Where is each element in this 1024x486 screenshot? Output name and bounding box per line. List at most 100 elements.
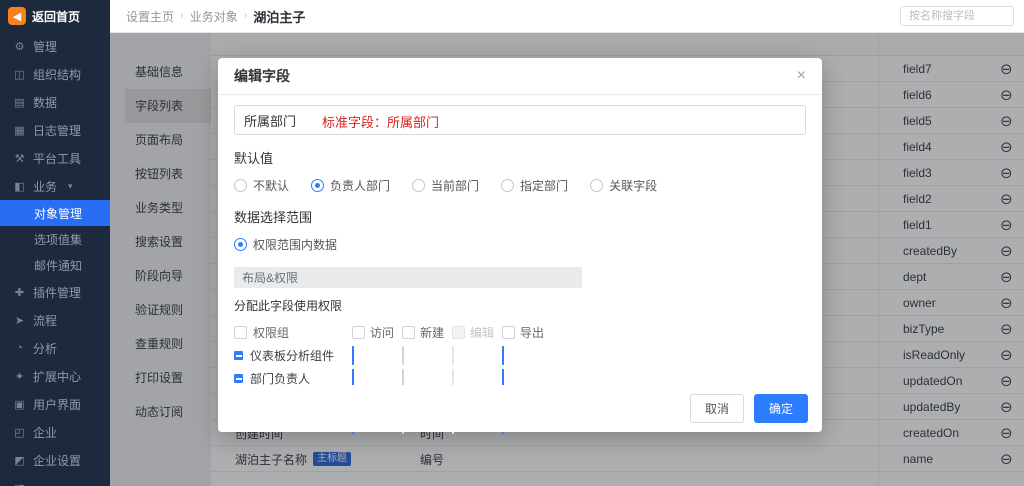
permission-cell (502, 347, 552, 365)
modal-header: 编辑字段 × (218, 58, 822, 95)
permission-row-label: 仪表板分析组件 (234, 347, 352, 364)
sidebar-item-label: 用户界面 (33, 396, 81, 413)
permission-column-header: 导出 (502, 324, 552, 341)
sidebar-item[interactable]: ◩ 企业设置 (0, 446, 110, 474)
radio-option[interactable]: 权限范围内数据 (234, 236, 337, 253)
sidebar-submenu-item[interactable]: 对象管理 (0, 200, 110, 226)
sidebar-item[interactable]: ◫组织结构 (0, 60, 110, 88)
permission-table-header: 权限组 访问 新建 编辑 导出 (234, 320, 582, 344)
sidebar-item[interactable]: ➤ 流程 (0, 306, 110, 334)
sidebar-item[interactable]: ⚒平台工具 (0, 144, 110, 172)
radio-dot-icon (501, 179, 514, 192)
column-select-checkbox[interactable] (402, 326, 415, 339)
cutoff-item-icon: ◨ (13, 482, 26, 486)
radio-label: 关联字段 (609, 177, 657, 194)
top-header: 设置主页 › 业务对象 › 湖泊主子 (110, 0, 1024, 33)
radio-dot-icon (590, 179, 603, 192)
cancel-button[interactable]: 取消 (690, 394, 744, 423)
column-label: 导出 (520, 324, 544, 341)
sidebar-submenu-item[interactable]: 选项值集 (0, 226, 110, 252)
flow-icon: ➤ (13, 314, 26, 327)
field-search-input[interactable] (900, 6, 1014, 26)
column-select-checkbox[interactable] (352, 326, 365, 339)
permission-columns: 访问 新建 编辑 导出 (352, 324, 552, 341)
sidebar-item[interactable]: ◧ 业务 ▾ (0, 172, 110, 200)
radio-option[interactable]: 关联字段 (590, 177, 657, 194)
sidebar-item[interactable]: ◨ (0, 474, 110, 486)
sidebar-item-label: 业务 (33, 178, 57, 195)
company-settings-icon: ◩ (13, 454, 26, 467)
breadcrumb-business-objects[interactable]: 业务对象 (190, 8, 238, 25)
radio-option[interactable]: 指定部门 (501, 177, 568, 194)
radio-label: 当前部门 (431, 177, 479, 194)
sidebar-item-label: 流程 (33, 312, 57, 329)
sidebar-item[interactable]: ▤数据 (0, 88, 110, 116)
permission-group-name: 仪表板分析组件 (250, 347, 334, 364)
sidebar-submenu-item[interactable]: 邮件通知 (0, 252, 110, 278)
column-select-checkbox[interactable] (502, 326, 515, 339)
sidebar-item-label: 企业设置 (33, 452, 81, 469)
sidebar-item-label: 企业 (33, 424, 57, 441)
close-icon[interactable]: × (797, 68, 806, 84)
select-all-groups-checkbox[interactable] (234, 326, 247, 339)
data-scope-options: 权限范围内数据 (234, 236, 806, 253)
permission-column-header: 新建 (402, 324, 452, 341)
radio-label: 指定部门 (520, 177, 568, 194)
row-selected-checkbox[interactable] (234, 351, 243, 360)
row-selected-checkbox[interactable] (234, 374, 243, 383)
sidebar-item[interactable]: ▦ 日志管理 (0, 116, 110, 144)
radio-dot-icon (234, 238, 247, 251)
radio-option[interactable]: 不默认 (234, 177, 289, 194)
extension-icon: ✦ (13, 370, 26, 383)
caret-down-icon: ▾ (68, 181, 73, 192)
permission-assign-title: 分配此字段使用权限 (234, 297, 806, 314)
column-label: 访问 (370, 324, 394, 341)
back-to-home-label: 返回首页 (32, 8, 80, 25)
sidebar-item-label: 日志管理 (33, 122, 81, 139)
sidebar-item[interactable]: ✦扩展中心 (0, 362, 110, 390)
radio-label: 负责人部门 (330, 177, 390, 194)
sidebar-item[interactable]: ⚙管理 (0, 32, 110, 60)
breadcrumb-settings-home[interactable]: 设置主页 (126, 8, 174, 25)
edit-field-modal: 编辑字段 × 标准字段：所属部门 默认值 不默认负责人部门当前部门指定部门关联字… (218, 58, 822, 432)
sidebar-item[interactable]: ◔分析 (0, 334, 110, 362)
radio-option[interactable]: 当前部门 (412, 177, 479, 194)
permission-column-header: 访问 (352, 324, 402, 341)
sidebar-item[interactable]: ◰企业 (0, 418, 110, 446)
platform-tools-icon: ⚒ (13, 152, 26, 165)
log-icon: ▦ (13, 124, 26, 137)
confirm-button[interactable]: 确定 (754, 394, 808, 423)
permission-cell (402, 347, 452, 365)
permission-group-column: 权限组 (234, 324, 352, 341)
sidebar-item[interactable]: ▣ 用户界面 (0, 390, 110, 418)
app-logo-icon: ◀ (8, 7, 26, 25)
data-icon: ▤ (13, 96, 26, 109)
sidebar-menu: ⚙管理◫组织结构▤数据 ▦ 日志管理 ⚒平台工具 ◧ 业务 ▾ 对象管理选项值集邮件通知 ✚ 插件… (0, 32, 110, 486)
ui-icon: ▣ (13, 398, 26, 411)
modal-title: 编辑字段 (234, 66, 290, 86)
sidebar-item[interactable]: ✚ 插件管理 (0, 278, 110, 306)
column-label: 编辑 (470, 324, 494, 341)
sidebar-item-label: 组织结构 (33, 66, 81, 83)
back-to-home[interactable]: ◀ 返回首页 (0, 0, 110, 32)
sidebar-item-label: 插件管理 (33, 284, 81, 301)
column-label: 新建 (420, 324, 444, 341)
permission-checkbox[interactable] (352, 346, 354, 365)
permission-checkbox[interactable] (402, 346, 404, 365)
breadcrumb-separator-icon: › (244, 10, 248, 22)
permission-cell (452, 347, 502, 365)
modal-footer: 取消 确定 (218, 385, 822, 432)
plugin-icon: ✚ (13, 286, 26, 299)
radio-label: 权限范围内数据 (253, 236, 337, 253)
breadcrumb-current-object: 湖泊主子 (253, 7, 305, 26)
business-icon: ◧ (13, 180, 26, 193)
permission-column-header: 编辑 (452, 324, 502, 341)
gear-icon: ⚙ (13, 40, 26, 53)
radio-option[interactable]: 负责人部门 (311, 177, 390, 194)
field-name-input[interactable] (234, 105, 806, 135)
radio-dot-icon (412, 179, 425, 192)
radio-dot-icon (311, 179, 324, 192)
radio-dot-icon (234, 179, 247, 192)
permission-checkbox[interactable] (502, 346, 504, 365)
sidebar-item-label: 分析 (33, 340, 57, 357)
